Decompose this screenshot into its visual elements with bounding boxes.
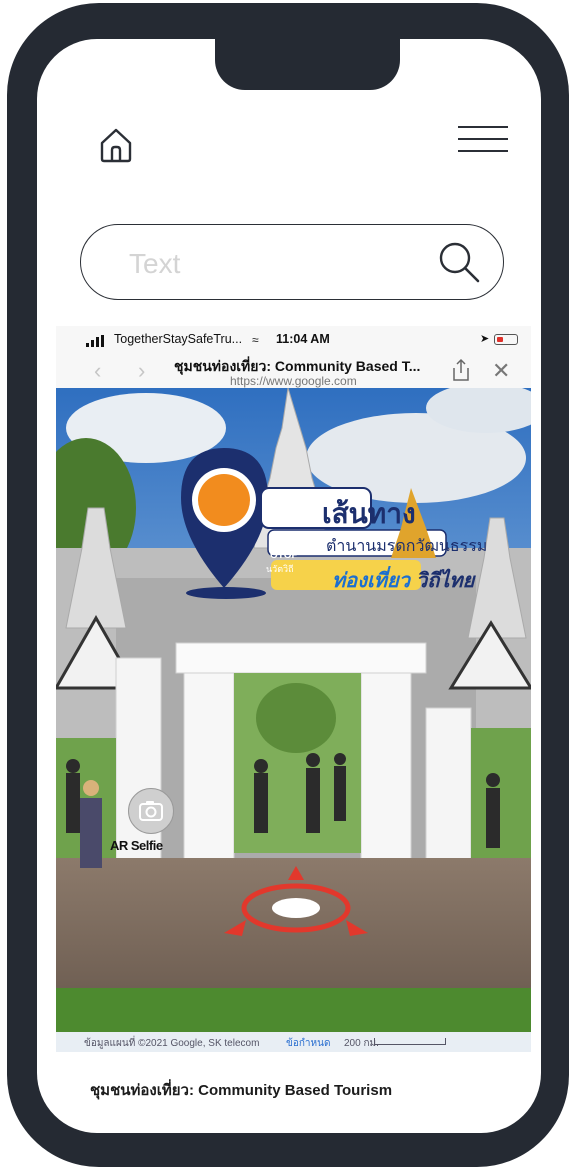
- embedded-screenshot: TogetherStaySafeTru... ≈ 11:04 AM ➤ ‹ › …: [56, 326, 531, 1052]
- hamburger-menu-icon: [458, 126, 508, 128]
- phone-mockup: TogetherStaySafeTru... ≈ 11:04 AM ➤ ‹ › …: [0, 0, 577, 1171]
- menu-button[interactable]: [458, 122, 508, 156]
- browser-toolbar: ‹ › ชุมชนท่องเที่ยว: Community Based T..…: [56, 354, 531, 388]
- browser-url[interactable]: https://www.google.com: [230, 374, 357, 388]
- share-icon[interactable]: [450, 358, 472, 382]
- search-icon[interactable]: [436, 239, 482, 285]
- poster-tagline-thai: วิถีไทย: [416, 570, 475, 592]
- home-button[interactable]: [96, 125, 136, 165]
- poster-headline: เส้นทาง: [322, 498, 416, 529]
- back-arrow-icon[interactable]: ‹: [94, 358, 101, 384]
- camera-icon: [139, 801, 163, 821]
- map-copyright: ข้อมูลแผนที่ ©2021 Google, SK telecom: [84, 1038, 260, 1049]
- map-terms-link[interactable]: ข้อกำหนด: [286, 1036, 330, 1051]
- menu-line: [458, 150, 508, 152]
- ios-status-bar: TogetherStaySafeTru... ≈ 11:04 AM ➤: [56, 326, 531, 354]
- forward-arrow-icon[interactable]: ›: [138, 358, 145, 384]
- poster-logo-subtext: นวัตวิถี: [266, 564, 294, 574]
- phone-notch: [215, 30, 400, 90]
- search-input[interactable]: [127, 243, 431, 285]
- map-scale-bar: [374, 1038, 446, 1045]
- menu-line: [458, 138, 508, 140]
- signal-icon: [86, 335, 104, 347]
- status-time: 11:04 AM: [276, 332, 330, 346]
- location-icon: ➤: [480, 333, 490, 345]
- image-caption: ชุมชนท่องเที่ยว: Community Based Tourism: [90, 1082, 393, 1099]
- ar-selfie-label: AR Selfie: [110, 838, 163, 853]
- home-icon: [100, 128, 132, 163]
- ar-scene-image: [56, 388, 531, 1038]
- battery-icon: [494, 334, 518, 345]
- search-bar: [80, 224, 504, 300]
- poster-tagline-travel: ท่องเที่ยว: [332, 570, 410, 592]
- carrier-name: TogetherStaySafeTru...: [114, 332, 243, 346]
- ar-selfie-button[interactable]: [128, 788, 174, 834]
- poster-subheadline: ตำนานมรดกวัฒนธรรม: [326, 538, 488, 555]
- map-attribution-bar: ข้อมูลแผนที่ ©2021 Google, SK telecom ข้…: [56, 1032, 531, 1052]
- close-icon[interactable]: ✕: [492, 360, 510, 382]
- poster-logo-text: OTOP: [270, 550, 299, 561]
- wifi-icon: ≈: [252, 333, 259, 347]
